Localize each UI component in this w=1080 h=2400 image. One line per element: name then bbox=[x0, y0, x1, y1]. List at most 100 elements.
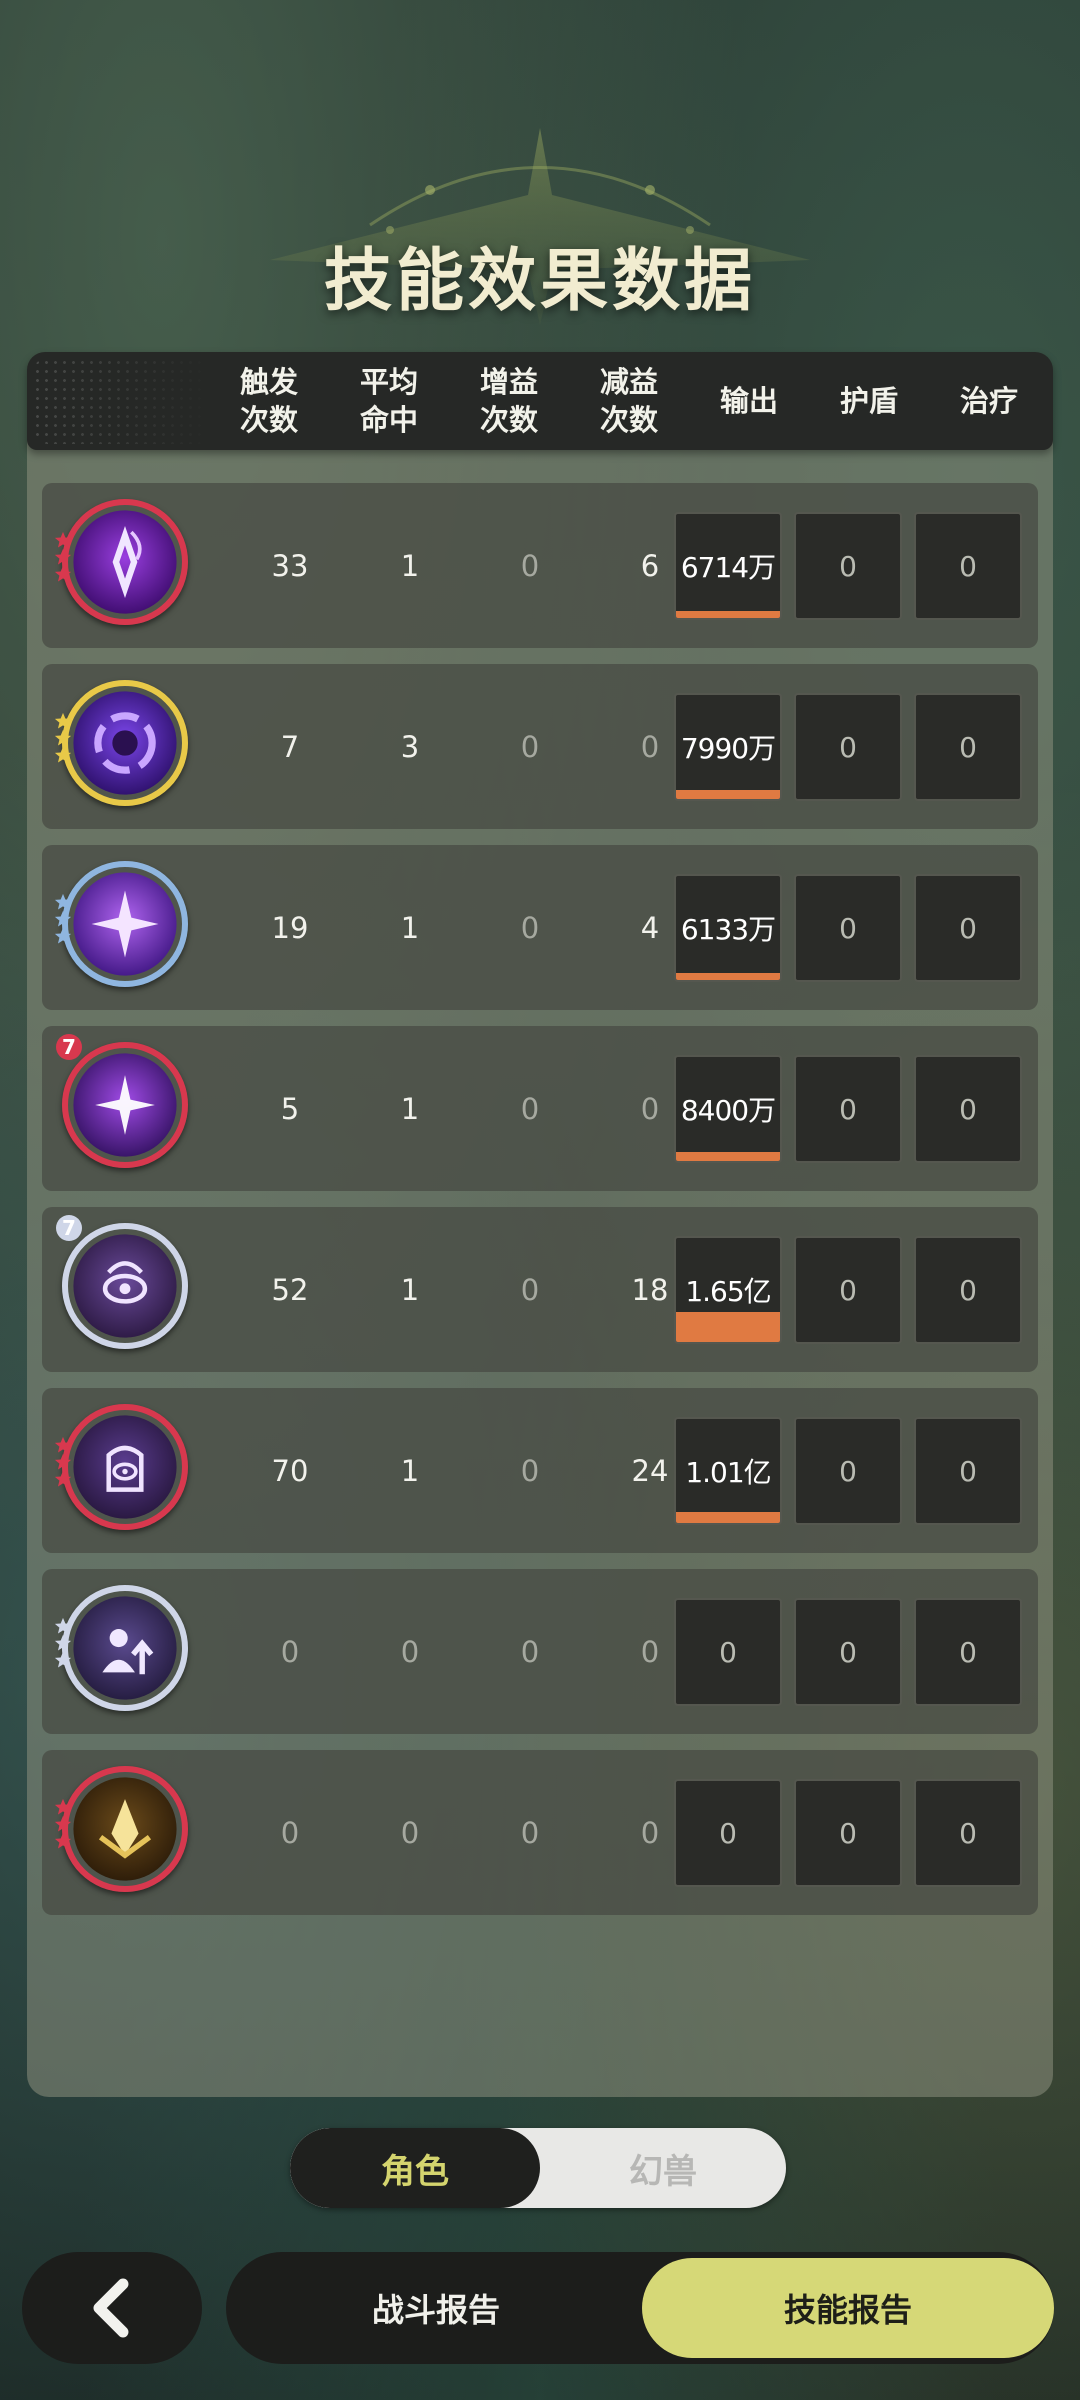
star-icon bbox=[54, 548, 72, 566]
heal-value: 0 bbox=[914, 1779, 1022, 1887]
avg-hit: 1 bbox=[400, 548, 420, 583]
shield-value-text: 0 bbox=[839, 1454, 857, 1488]
output-value: 6133万 bbox=[674, 874, 782, 982]
buff-count: 0 bbox=[520, 1272, 540, 1307]
battle-report-tab[interactable]: 战斗报告 bbox=[226, 2252, 646, 2364]
purple-diamond-flame-skill-icon[interactable] bbox=[62, 499, 188, 625]
golden-crest-skill-icon[interactable] bbox=[62, 1766, 188, 1892]
star-icon bbox=[54, 712, 72, 730]
chevron-left-icon bbox=[93, 2278, 129, 2338]
output-share-bar bbox=[676, 611, 780, 618]
trigger-count: 0 bbox=[280, 1634, 300, 1669]
output-value: 0 bbox=[674, 1598, 782, 1706]
trigger-count: 0 bbox=[280, 1815, 300, 1850]
trigger-count: 19 bbox=[271, 910, 309, 945]
star-icon bbox=[54, 565, 72, 583]
star-icon bbox=[54, 729, 72, 747]
heal-value: 0 bbox=[914, 512, 1022, 620]
buff-count: 0 bbox=[520, 1634, 540, 1669]
output-value: 1.01亿 bbox=[674, 1417, 782, 1525]
heal-value: 0 bbox=[914, 1055, 1022, 1163]
avg-hit: 0 bbox=[400, 1634, 420, 1669]
toggle-beast[interactable]: 幻兽 bbox=[540, 2128, 786, 2208]
shield-value: 0 bbox=[794, 874, 902, 982]
output-value-text: 1.01亿 bbox=[685, 1456, 771, 1489]
back-button[interactable] bbox=[22, 2252, 202, 2364]
heal-value-text: 0 bbox=[959, 1816, 977, 1850]
shield-value-text: 0 bbox=[839, 549, 857, 583]
table-row: 70 1 0 24 1.01亿 0 0 bbox=[42, 1388, 1038, 1553]
output-share-bar bbox=[676, 973, 780, 980]
output-value: 1.65亿 bbox=[674, 1236, 782, 1344]
heal-value-text: 0 bbox=[959, 1454, 977, 1488]
table-row: 7 5 1 0 0 8400万 0 0 bbox=[42, 1026, 1038, 1191]
shield-value-text: 0 bbox=[839, 1092, 857, 1126]
star-icon bbox=[54, 1651, 72, 1669]
table-row: 19 1 0 4 6133万 0 0 bbox=[42, 845, 1038, 1010]
header-buff-count: 增益 次数 bbox=[479, 365, 538, 437]
star-icon bbox=[54, 746, 72, 764]
hamsa-eye-skill-icon[interactable] bbox=[62, 1404, 188, 1530]
output-value-text: 6133万 bbox=[680, 913, 776, 946]
header-heal: 治疗 bbox=[959, 384, 1018, 418]
shield-value-text: 0 bbox=[839, 911, 857, 945]
buff-count: 0 bbox=[520, 548, 540, 583]
avg-hit: 1 bbox=[400, 1272, 420, 1307]
avg-hit: 1 bbox=[400, 1453, 420, 1488]
buff-count: 0 bbox=[520, 1453, 540, 1488]
heal-value-text: 0 bbox=[959, 911, 977, 945]
header-shield: 护盾 bbox=[839, 384, 898, 418]
unit-type-toggle[interactable]: 角色 幻兽 bbox=[290, 2128, 786, 2208]
header-output: 输出 bbox=[719, 384, 778, 418]
heal-value: 0 bbox=[914, 874, 1022, 982]
output-value: 7990万 bbox=[674, 693, 782, 801]
buff-count: 0 bbox=[520, 1815, 540, 1850]
trigger-count: 5 bbox=[280, 1091, 300, 1126]
title-banner: 技能效果数据 bbox=[0, 110, 1080, 340]
avg-hit: 0 bbox=[400, 1815, 420, 1850]
shield-value: 0 bbox=[794, 512, 902, 620]
eye-sigil-skill-icon[interactable] bbox=[62, 1223, 188, 1349]
purple-burst-skill-icon[interactable] bbox=[62, 861, 188, 987]
star-icon bbox=[54, 1617, 72, 1635]
output-value-text: 7990万 bbox=[680, 732, 776, 765]
heal-value: 0 bbox=[914, 1417, 1022, 1525]
star-icon bbox=[54, 1453, 72, 1471]
purple-star-spark-skill-icon[interactable] bbox=[62, 1042, 188, 1168]
heal-value: 0 bbox=[914, 693, 1022, 801]
output-share-bar bbox=[676, 1312, 780, 1342]
heal-value-text: 0 bbox=[959, 1273, 977, 1307]
star-icon bbox=[54, 927, 72, 945]
output-share-bar bbox=[676, 1512, 780, 1523]
shield-value: 0 bbox=[794, 1779, 902, 1887]
star-icon bbox=[54, 1436, 72, 1454]
shield-value-text: 0 bbox=[839, 730, 857, 764]
buff-count: 0 bbox=[520, 1091, 540, 1126]
star-icon bbox=[54, 910, 72, 928]
heal-value-text: 0 bbox=[959, 1092, 977, 1126]
skill-report-tab[interactable]: 技能报告 bbox=[642, 2258, 1054, 2358]
figure-arrow-up-skill-icon[interactable] bbox=[62, 1585, 188, 1711]
avg-hit: 1 bbox=[400, 1091, 420, 1126]
shield-value: 0 bbox=[794, 1417, 902, 1525]
trigger-count: 52 bbox=[271, 1272, 309, 1307]
shield-value: 0 bbox=[794, 1055, 902, 1163]
shield-value: 0 bbox=[794, 1236, 902, 1344]
star-icon bbox=[54, 1798, 72, 1816]
buff-count: 0 bbox=[520, 910, 540, 945]
shield-value-text: 0 bbox=[839, 1816, 857, 1850]
output-share-bar bbox=[676, 1152, 780, 1161]
output-value: 0 bbox=[674, 1779, 782, 1887]
purple-vortex-orb-skill-icon[interactable] bbox=[62, 680, 188, 806]
output-value-text: 1.65亿 bbox=[685, 1275, 771, 1308]
avg-hit: 1 bbox=[400, 910, 420, 945]
header-avg-hit: 平均 命中 bbox=[359, 365, 418, 437]
output-value-text: 8400万 bbox=[680, 1094, 776, 1127]
report-nav: 战斗报告 技能报告 bbox=[226, 2252, 1054, 2364]
toggle-character[interactable]: 角色 bbox=[290, 2128, 540, 2208]
shield-value-text: 0 bbox=[839, 1273, 857, 1307]
header-trigger-count: 触发 次数 bbox=[239, 365, 298, 437]
heal-value-text: 0 bbox=[959, 1635, 977, 1669]
heal-value-text: 0 bbox=[959, 549, 977, 583]
shield-value: 0 bbox=[794, 1598, 902, 1706]
